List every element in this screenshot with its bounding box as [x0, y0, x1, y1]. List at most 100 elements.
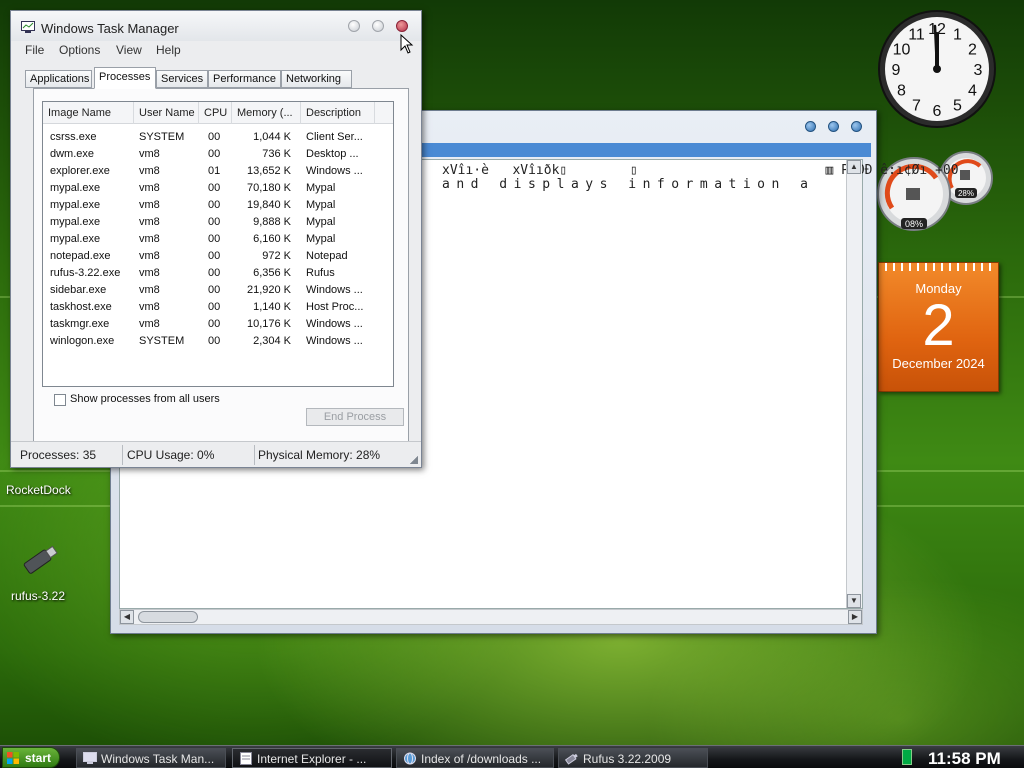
tab-processes[interactable]: Processes [94, 67, 156, 89]
clock-gadget[interactable]: 12 1234567891011 [876, 8, 998, 130]
resize-grip[interactable] [410, 456, 418, 464]
column-memory[interactable]: Memory (... [232, 102, 301, 124]
cell-description: Windows ... [306, 318, 363, 330]
menu-options[interactable]: Options [59, 43, 100, 57]
cell-cpu: 00 [208, 182, 221, 194]
rocketdock-label[interactable]: RocketDock [6, 483, 71, 497]
start-button[interactable]: start [2, 747, 60, 768]
menu-view[interactable]: View [116, 43, 142, 57]
clock-number: 6 [933, 103, 942, 120]
column-cpu[interactable]: CPU [199, 102, 232, 124]
menu-bar: File Options View Help [11, 41, 421, 59]
maximize-button[interactable] [828, 121, 839, 132]
close-button[interactable] [396, 20, 408, 32]
cell-user-name: vm8 [139, 284, 160, 296]
cell-user-name: SYSTEM [139, 131, 185, 143]
column-description[interactable]: Description [301, 102, 375, 124]
process-list[interactable]: Image Name User Name CPU Memory (... Des… [42, 101, 394, 387]
table-row[interactable]: mypal.exe vm8 00 6,160 K Mypal [43, 231, 393, 248]
cell-memory: 10,176 K [246, 318, 291, 330]
end-process-button[interactable]: End Process [306, 408, 404, 426]
table-row[interactable]: sidebar.exe vm8 00 21,920 K Windows ... [43, 282, 393, 299]
menu-file[interactable]: File [25, 43, 44, 57]
menu-help[interactable]: Help [156, 43, 181, 57]
cell-user-name: vm8 [139, 250, 160, 262]
cell-image-name: mypal.exe [50, 216, 101, 228]
taskbar-label-task-manager: Windows Task Man... [101, 752, 215, 766]
cell-description: Windows ... [306, 335, 363, 347]
cell-image-name: csrss.exe [50, 131, 97, 143]
show-all-users-checkbox[interactable] [54, 394, 66, 406]
task-manager-icon [21, 21, 35, 33]
cpu-value: 08% [905, 219, 923, 229]
table-row[interactable]: taskmgr.exe vm8 00 10,176 K Windows ... [43, 316, 393, 333]
usb-drive-icon[interactable] [18, 540, 62, 580]
table-row[interactable]: mypal.exe vm8 00 19,840 K Mypal [43, 197, 393, 214]
taskbar-button-index-downloads[interactable]: Index of /downloads ... [396, 748, 554, 768]
taskbar-button-rufus[interactable]: Rufus 3.22.2009 [558, 748, 708, 768]
cell-memory: 21,920 K [246, 284, 291, 296]
cell-user-name: SYSTEM [139, 335, 185, 347]
processes-panel: Image Name User Name CPU Memory (... Des… [33, 88, 409, 442]
close-button[interactable] [851, 121, 862, 132]
maximize-button[interactable] [372, 20, 384, 32]
taskbar-clock[interactable]: 11:58 PM [928, 749, 1001, 768]
cell-memory: 6,160 K [253, 233, 291, 245]
cell-memory: 2,304 K [253, 335, 291, 347]
clock-number: 3 [974, 62, 983, 79]
cell-cpu: 00 [208, 216, 221, 228]
scroll-thumb[interactable] [138, 611, 198, 623]
show-all-users-label[interactable]: Show processes from all users [70, 393, 220, 405]
scroll-right-arrow[interactable]: ▶ [848, 610, 862, 624]
clock-number: 11 [908, 27, 925, 44]
table-row[interactable]: rufus-3.22.exe vm8 00 6,356 K Rufus [43, 265, 393, 282]
taskbar-button-internet-explorer[interactable]: Internet Explorer - ... [232, 748, 392, 768]
mouse-cursor-icon [400, 34, 414, 54]
minimize-button[interactable] [805, 121, 816, 132]
task-manager-titlebar[interactable]: Windows Task Manager [11, 11, 421, 41]
scroll-down-arrow[interactable]: ▼ [847, 594, 861, 608]
table-row[interactable]: taskhost.exe vm8 00 1,140 K Host Proc... [43, 299, 393, 316]
vertical-scrollbar[interactable]: ▲ ▼ [846, 160, 862, 608]
cell-memory: 19,840 K [246, 199, 291, 211]
content-line-1: xVîı·è xVîıðk▯ ▯ ▥ PàOÐ ê:ı¢Øı +00 [442, 163, 959, 178]
cell-description: Desktop ... [306, 148, 359, 160]
tab-performance[interactable]: Performance [208, 70, 281, 88]
rufus-label[interactable]: rufus-3.22 [11, 589, 65, 603]
cell-cpu: 00 [208, 233, 221, 245]
tab-networking[interactable]: Networking [281, 70, 352, 88]
scroll-left-arrow[interactable]: ◀ [120, 610, 134, 624]
scroll-up-arrow[interactable]: ▲ [847, 160, 861, 174]
tray-battery-icon[interactable] [902, 749, 912, 765]
taskbar-label-index-downloads: Index of /downloads ... [421, 752, 542, 766]
table-row[interactable]: csrss.exe SYSTEM 00 1,044 K Client Ser... [43, 129, 393, 146]
taskbar: start Windows Task Man... Internet Explo… [0, 745, 1024, 768]
table-row[interactable]: explorer.exe vm8 01 13,652 K Windows ... [43, 163, 393, 180]
cell-memory: 1,140 K [253, 301, 291, 313]
status-bar: Processes: 35 CPU Usage: 0% Physical Mem… [11, 441, 421, 467]
tab-services[interactable]: Services [156, 70, 208, 88]
horizontal-scrollbar[interactable]: ◀ ▶ [119, 609, 863, 625]
cell-memory: 736 K [262, 148, 291, 160]
clock-number: 1 [953, 27, 962, 44]
cell-cpu: 00 [208, 301, 221, 313]
clock-number: 8 [897, 83, 906, 100]
minimize-button[interactable] [348, 20, 360, 32]
cell-cpu: 00 [208, 284, 221, 296]
table-row[interactable]: dwm.exe vm8 00 736 K Desktop ... [43, 146, 393, 163]
tab-applications[interactable]: Applications [25, 70, 92, 88]
taskbar-button-task-manager[interactable]: Windows Task Man... [76, 748, 226, 768]
window-title: Windows Task Manager [41, 21, 179, 36]
calendar-gadget[interactable]: Monday 2 December 2024 [878, 262, 999, 392]
task-manager-window[interactable]: Windows Task Manager File Options View H… [10, 10, 422, 468]
cell-user-name: vm8 [139, 233, 160, 245]
cell-cpu: 00 [208, 335, 221, 347]
column-image-name[interactable]: Image Name [43, 102, 134, 124]
table-row[interactable]: mypal.exe vm8 00 9,888 K Mypal [43, 214, 393, 231]
cell-cpu: 00 [208, 318, 221, 330]
table-row[interactable]: notepad.exe vm8 00 972 K Notepad [43, 248, 393, 265]
table-row[interactable]: winlogon.exe SYSTEM 00 2,304 K Windows ... [43, 333, 393, 350]
clock-number: 9 [892, 62, 901, 79]
column-user-name[interactable]: User Name [134, 102, 199, 124]
table-row[interactable]: mypal.exe vm8 00 70,180 K Mypal [43, 180, 393, 197]
